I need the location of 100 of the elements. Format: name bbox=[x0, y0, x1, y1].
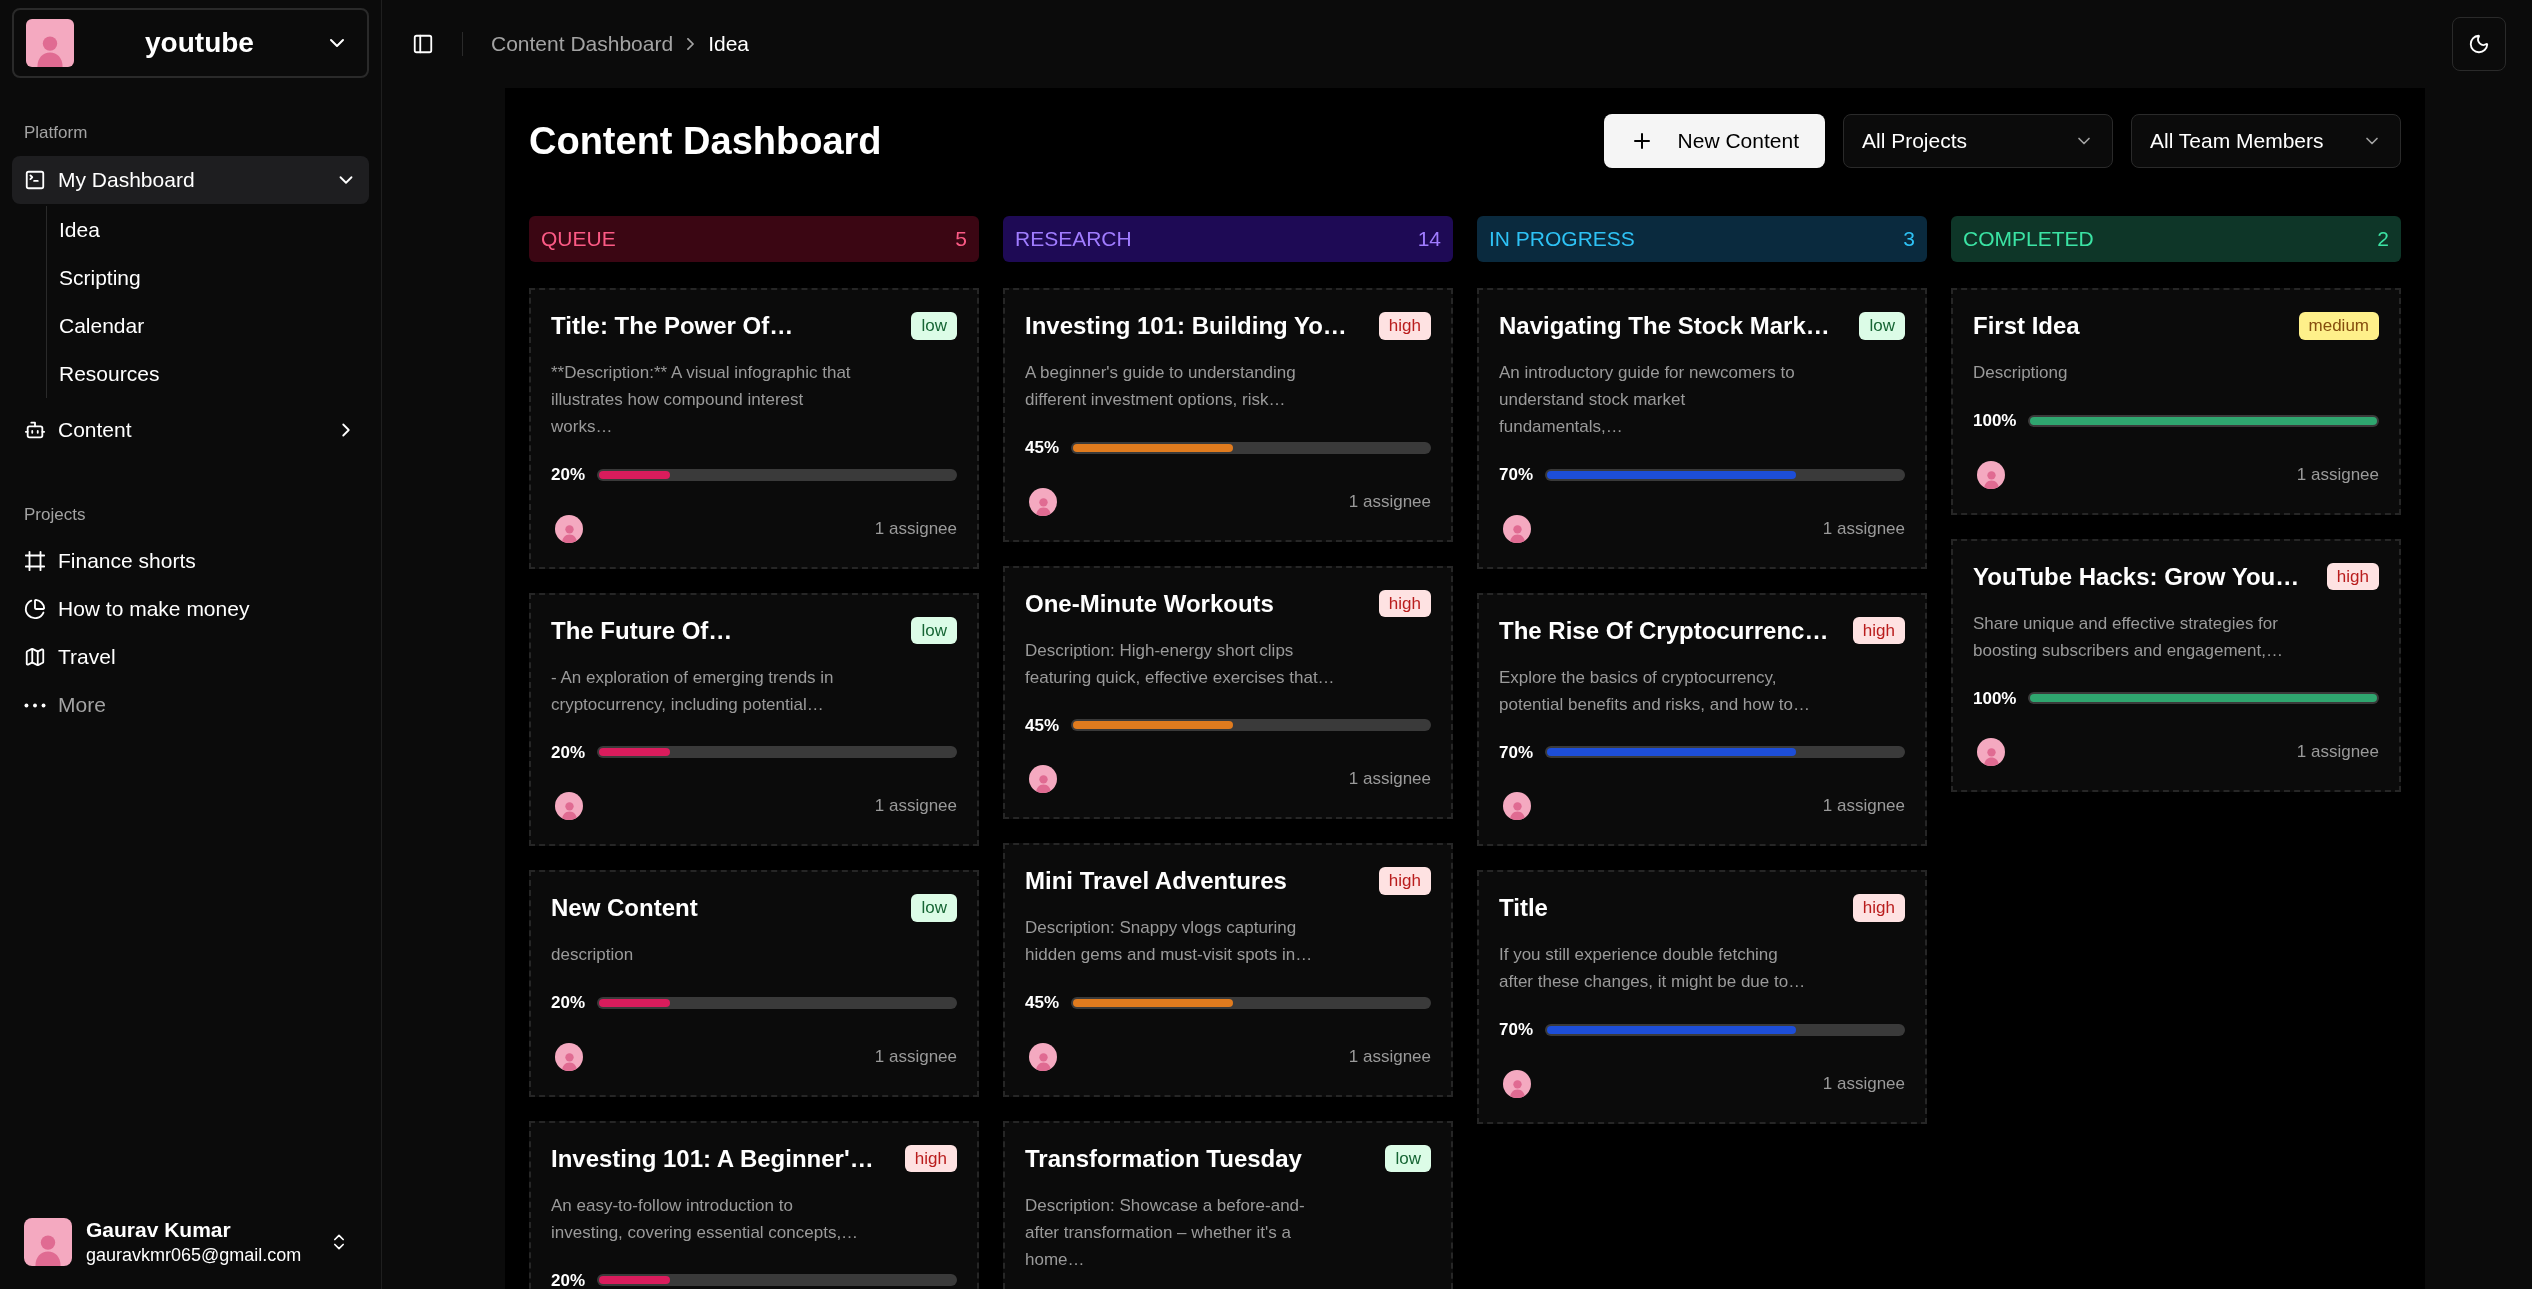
card-title: Investing 101: Building Yo… bbox=[1025, 311, 1347, 341]
card-description: Share unique and effective strategies for boosting subscribers and engagement,… bbox=[1973, 612, 2284, 662]
card-title: The Rise Of Cryptocurrenc… bbox=[1499, 615, 1829, 646]
card-title: Title: The Power Of… bbox=[551, 311, 794, 341]
nav-item[interactable]: My Dashboard bbox=[12, 155, 369, 204]
progress-percent: 20% bbox=[551, 992, 586, 1014]
section-label: Projects bbox=[23, 503, 87, 526]
nav-item[interactable]: Content bbox=[12, 405, 369, 454]
map-icon bbox=[24, 646, 46, 668]
card-title: First Idea bbox=[1973, 311, 2080, 341]
card-description: - An exploration of emerging trends in cryptocurrency, including potential… bbox=[551, 666, 835, 716]
content-card[interactable]: Navigating The Stock Mark… low An introductory guide for newcomers to understand stock market fundamentals,… 70% 1 assignee bbox=[1477, 288, 1927, 569]
card-description: An introductory guide for newcomers to understand stock market fundamentals,… bbox=[1499, 362, 1796, 438]
card-description: Description: High-energy short clips featuring quick, effective exercises that… bbox=[1025, 639, 1336, 689]
moon-icon bbox=[2468, 33, 2490, 55]
card-description: Description: Snappy vlogs capturing hidden gems and must-visit spots in… bbox=[1025, 917, 1314, 966]
assignee-avatar bbox=[1029, 765, 1057, 793]
breadcrumb-separator-icon bbox=[687, 38, 695, 50]
column-count: 5 bbox=[955, 226, 967, 253]
priority-tag: low bbox=[911, 894, 957, 922]
assignee-count: 1 assignee bbox=[874, 795, 957, 818]
progress-percent: 20% bbox=[551, 741, 586, 764]
card-title: One-Minute Workouts bbox=[1025, 588, 1274, 619]
content-card[interactable]: The Future Of… low - An exploration of emerging trends in cryptocurrency, including potential… 20% 1 assignee bbox=[529, 592, 979, 846]
priority-tag: high bbox=[904, 1144, 957, 1172]
nav-subitem[interactable]: Calendar bbox=[59, 301, 369, 350]
section-label: Platform bbox=[23, 122, 89, 144]
nav-item[interactable]: Travel bbox=[12, 633, 369, 681]
assignee-count: 1 assignee bbox=[874, 1045, 957, 1068]
card-title: Navigating The Stock Mark… bbox=[1499, 311, 1830, 341]
content-card[interactable]: Investing 101: Building Yo… high A beginner's guide to understanding different investment options, risk… 45% 1 assignee bbox=[1003, 288, 1453, 542]
priority-tag: low bbox=[911, 616, 957, 644]
assignee-avatar bbox=[555, 514, 583, 543]
nav-item[interactable]: More bbox=[12, 681, 369, 729]
column-count: 3 bbox=[1903, 226, 1915, 253]
priority-tag: high bbox=[1852, 616, 1905, 644]
nav-subitem[interactable]: Resources bbox=[59, 349, 369, 398]
progress-percent: 20% bbox=[551, 464, 586, 486]
card-description: Descriptiong bbox=[1973, 362, 2069, 384]
user-name: Gaurav Kumar bbox=[86, 1217, 232, 1243]
content-card[interactable]: New Content low description 20% 1 assignee bbox=[529, 870, 979, 1097]
progress-percent: 100% bbox=[1973, 687, 2017, 710]
card-title: New Content bbox=[551, 893, 698, 923]
filter-select[interactable]: All Projects bbox=[1843, 114, 2113, 168]
sidebar-toggle-icon[interactable] bbox=[412, 33, 434, 55]
card-description: **Description:** A visual infographic that illustrates how compound interest works… bbox=[551, 362, 852, 438]
assignee-count: 1 assignee bbox=[2296, 463, 2379, 486]
frame-icon bbox=[24, 550, 46, 572]
assignee-avatar bbox=[1029, 487, 1057, 516]
content-card[interactable]: YouTube Hacks: Grow You… high Share unique and effective strategies for boosting subscribers and engagement,… 100% 1 assignee bbox=[1951, 538, 2401, 792]
assignee-avatar bbox=[1503, 792, 1531, 820]
assignee-avatar bbox=[1503, 514, 1531, 543]
breadcrumb-item[interactable]: Idea bbox=[708, 28, 749, 60]
card-title: The Future Of… bbox=[551, 615, 733, 646]
progress-percent: 45% bbox=[1025, 437, 1060, 459]
assignee-avatar bbox=[1503, 1069, 1531, 1098]
column-name: RESEARCH bbox=[1015, 226, 1132, 253]
user-avatar bbox=[24, 1218, 72, 1266]
assignee-count: 1 assignee bbox=[1348, 490, 1431, 513]
progress-percent: 45% bbox=[1025, 714, 1060, 737]
priority-tag: low bbox=[1859, 312, 1905, 340]
priority-tag: high bbox=[1852, 894, 1905, 922]
assignee-avatar bbox=[1977, 738, 2005, 766]
user-email: gauravkmr065@gmail.com bbox=[86, 1244, 303, 1267]
priority-tag: medium bbox=[2298, 312, 2379, 340]
nav-subitem[interactable]: Scripting bbox=[59, 253, 369, 302]
filter-select[interactable]: All Team Members bbox=[2131, 114, 2401, 168]
progress-percent: 70% bbox=[1499, 464, 1534, 486]
theme-toggle[interactable] bbox=[2452, 17, 2506, 71]
nav-subitem[interactable]: Idea bbox=[59, 205, 369, 254]
workspace-switcher[interactable]: youtube bbox=[12, 8, 369, 78]
column-name: IN PROGRESS bbox=[1489, 226, 1635, 253]
new-content-button[interactable]: New Content bbox=[1603, 114, 1825, 168]
column-count: 2 bbox=[2377, 226, 2389, 253]
content-card[interactable]: Title high If you still experience double fetching after these changes, it might be due to… 70% 1 assignee bbox=[1477, 870, 1927, 1124]
user-menu[interactable]: Gaurav Kumar gauravkmr065@gmail.com bbox=[12, 1207, 369, 1277]
card-title: Transformation Tuesday bbox=[1025, 1143, 1302, 1174]
more-icon bbox=[24, 702, 46, 708]
assignee-count: 1 assignee bbox=[1822, 1072, 1905, 1095]
nav-item[interactable]: How to make money bbox=[12, 585, 369, 633]
progress-percent: 20% bbox=[551, 1269, 586, 1289]
card-description: An easy-to-follow introduction to investing, covering essential concepts,… bbox=[551, 1194, 860, 1244]
progress-percent: 45% bbox=[1025, 992, 1060, 1014]
card-description: If you still experience double fetching after these changes, it might be due to… bbox=[1499, 944, 1807, 993]
priority-tag: low bbox=[911, 312, 957, 340]
breadcrumb-item[interactable]: Content Dashboard bbox=[491, 28, 674, 60]
pie-chart-icon bbox=[24, 598, 46, 620]
page-title: Content Dashboard bbox=[529, 118, 882, 164]
priority-tag: high bbox=[2326, 562, 2379, 590]
content-card[interactable]: Title: The Power Of… low **Description:** A visual infographic that illustrates how compound interest works… 20% 1 assignee bbox=[529, 288, 979, 569]
card-title: Mini Travel Adventures bbox=[1025, 866, 1287, 896]
content-card[interactable]: One-Minute Workouts high Description: High-energy short clips featuring quick, effective exercises that… 45% 1 assignee bbox=[1003, 565, 1453, 819]
content-card[interactable]: Transformation Tuesday low Description: Showcase a before-and-after transformation – whether it's a home… bbox=[1003, 1120, 1453, 1289]
content-card[interactable]: The Rise Of Cryptocurrenc… high Explore the basics of cryptocurrency, potential benefits and risks, and how to… 70% 1 assignee bbox=[1477, 592, 1927, 846]
content-card[interactable]: Investing 101: A Beginner'… high An easy-to-follow introduction to investing, covering essential concepts,… 20% bbox=[529, 1120, 979, 1289]
progress-percent: 70% bbox=[1499, 741, 1534, 764]
nav-item[interactable]: Finance shorts bbox=[12, 537, 369, 585]
content-card[interactable]: First Idea medium Descriptiong 100% 1 assignee bbox=[1951, 288, 2401, 515]
content-card[interactable]: Mini Travel Adventures high Description: Snappy vlogs capturing hidden gems and must-visit spots in… 45% 1 assignee bbox=[1003, 843, 1453, 1097]
priority-tag: high bbox=[1378, 589, 1431, 617]
